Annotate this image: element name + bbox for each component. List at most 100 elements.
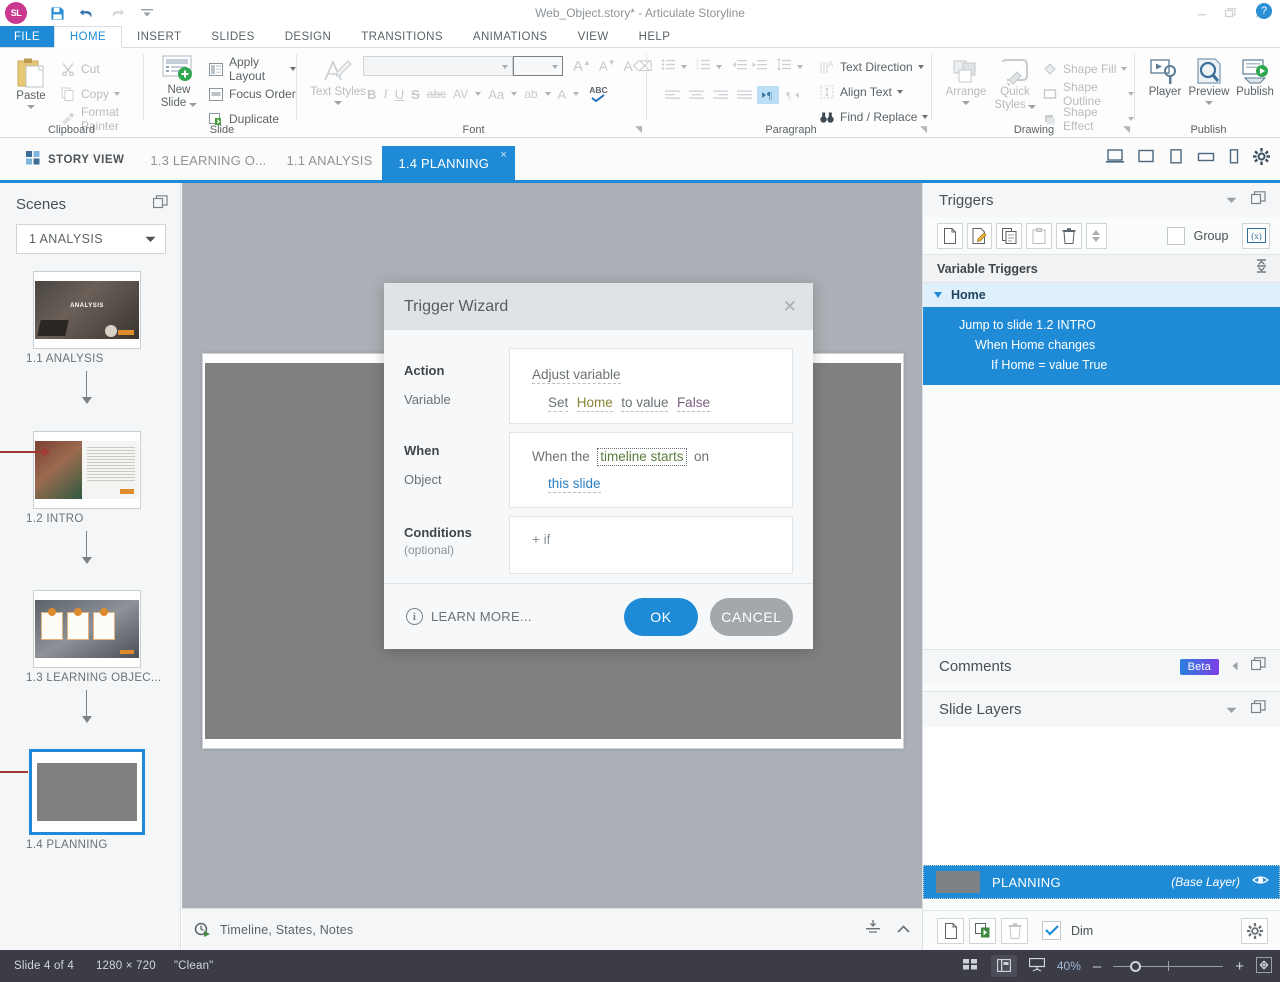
publish-button[interactable]: Publish [1233, 58, 1277, 99]
slide-layers-panel-header[interactable]: Slide Layers [923, 691, 1280, 727]
minimize-button[interactable] [1187, 0, 1216, 26]
zoom-slider-knob[interactable] [1130, 961, 1141, 972]
copy-trigger-button[interactable] [996, 223, 1022, 249]
collapse-all-icon[interactable] [1255, 259, 1268, 278]
font-size-input[interactable] [513, 56, 563, 76]
paste-button[interactable]: Paste [8, 56, 54, 109]
caret-left-icon[interactable] [1231, 658, 1239, 676]
find-replace-caret[interactable] [922, 115, 928, 119]
slide-layers-list[interactable] [923, 727, 1280, 875]
customize-qat-icon[interactable] [139, 5, 155, 21]
ltr-direction-button[interactable]: ¶ [757, 86, 779, 104]
variable-value-dropdown[interactable]: False [677, 395, 710, 412]
text-styles-button[interactable]: Text Styles [309, 58, 367, 105]
new-trigger-button[interactable] [937, 223, 963, 249]
close-icon[interactable]: × [500, 149, 507, 161]
variable-name-dropdown[interactable]: Home [577, 395, 613, 412]
restore-panel-icon[interactable] [1251, 191, 1266, 210]
trigger-list-item-selected[interactable]: Jump to slide 1.2 INTRO When Home change… [923, 307, 1280, 385]
ribbon-tab-help[interactable]: HELP [624, 26, 686, 47]
preview-caret[interactable] [1205, 101, 1213, 105]
font-dialog-launcher[interactable]: ◥ [635, 124, 642, 135]
ribbon-tab-animations[interactable]: ANIMATIONS [458, 26, 563, 47]
tab-analysis[interactable]: 1.1 ANALYSIS [276, 153, 382, 180]
restore-panel-icon[interactable] [153, 195, 168, 214]
landscape-view-icon[interactable] [1197, 149, 1215, 169]
save-icon[interactable] [49, 5, 65, 21]
caret-down-icon[interactable] [934, 292, 942, 298]
thumbnail-frame-selected[interactable] [29, 749, 145, 835]
preview-button[interactable]: Preview [1185, 58, 1233, 105]
ribbon-tab-home[interactable]: HOME [54, 26, 122, 48]
chevron-down-icon[interactable] [145, 232, 156, 246]
cancel-button[interactable]: CANCEL [710, 598, 793, 636]
help-icon[interactable]: ? [1256, 3, 1272, 19]
comments-panel-header[interactable]: Comments Beta [923, 649, 1280, 683]
edit-trigger-button[interactable] [967, 223, 993, 249]
medium-view-icon[interactable] [1137, 149, 1155, 169]
learn-more-link[interactable]: i LEARN MORE... [406, 608, 532, 625]
trigger-group-row[interactable]: Home [923, 283, 1280, 307]
move-down-icon[interactable] [1092, 237, 1100, 242]
normal-view-icon[interactable] [991, 955, 1017, 977]
chevron-down-icon-2[interactable] [552, 65, 558, 69]
ribbon-tab-view[interactable]: VIEW [563, 26, 624, 47]
event-dropdown[interactable]: timeline starts [597, 448, 686, 466]
phone-view-icon[interactable] [1228, 149, 1240, 169]
ribbon-tab-transitions[interactable]: TRANSITIONS [346, 26, 458, 47]
layer-settings-button[interactable] [1241, 918, 1268, 944]
paragraph-dialog-launcher[interactable]: ◥ [920, 124, 927, 135]
caret-down-icon[interactable] [1226, 701, 1237, 719]
player-settings-gear-icon[interactable] [1253, 148, 1270, 170]
player-button[interactable]: Player [1143, 58, 1187, 99]
presenter-view-icon[interactable] [1029, 958, 1045, 975]
move-up-icon[interactable] [1092, 230, 1100, 235]
ok-button[interactable]: OK [624, 598, 698, 636]
tab-planning[interactable]: 1.4 PLANNING × [382, 146, 515, 180]
object-dropdown[interactable]: this slide [548, 476, 601, 493]
zoom-in-button[interactable]: + [1235, 958, 1244, 975]
drawing-dialog-launcher[interactable]: ◥ [1123, 124, 1130, 135]
story-view-button[interactable]: STORY VIEW [0, 151, 140, 180]
manage-variables-button[interactable]: (x) [1242, 223, 1270, 249]
to-value-keyword[interactable]: to value [621, 395, 668, 412]
undo-icon[interactable] [79, 5, 95, 21]
ribbon-tab-insert[interactable]: INSERT [122, 26, 196, 47]
desktop-view-icon[interactable] [1106, 149, 1124, 169]
restore-panel-icon[interactable] [1251, 700, 1266, 719]
paste-dropdown-caret[interactable] [27, 105, 35, 109]
ribbon-tab-design[interactable]: DESIGN [270, 26, 347, 47]
grid-view-icon[interactable] [963, 958, 979, 974]
layer-row-base[interactable]: PLANNING (Base Layer) [923, 865, 1280, 899]
close-icon[interactable]: ✕ [783, 297, 797, 317]
expand-timeline-icon[interactable] [865, 919, 881, 940]
chevron-down-icon[interactable] [502, 65, 508, 69]
set-keyword[interactable]: Set [548, 395, 568, 412]
conditions-panel[interactable]: + if [509, 516, 793, 574]
maximize-button[interactable] [1216, 0, 1245, 26]
action-dropdown[interactable]: Adjust variable [532, 367, 621, 384]
zoom-slider[interactable] [1113, 959, 1223, 973]
zoom-out-button[interactable]: – [1093, 958, 1101, 975]
thumbnail-frame[interactable] [33, 590, 141, 668]
reorder-triggers-spinner[interactable] [1086, 223, 1107, 249]
trigger-wizard-dialog[interactable]: Trigger Wizard ✕ Action Variable Adjust … [384, 283, 813, 649]
new-layer-button[interactable] [937, 918, 964, 944]
focus-order-button[interactable]: Focus Order [208, 83, 296, 105]
fit-to-window-icon[interactable] [1256, 957, 1272, 976]
eye-icon[interactable] [1252, 873, 1269, 891]
group-checkbox[interactable] [1167, 227, 1185, 245]
apply-layout-button[interactable]: Apply Layout [208, 58, 296, 80]
thumbnail-frame[interactable] [33, 431, 141, 509]
spelling-check-button[interactable]: ABC [589, 86, 607, 102]
new-slide-dropdown-caret[interactable] [189, 103, 197, 107]
add-condition-button[interactable]: + if [532, 532, 550, 547]
duplicate-layer-button[interactable] [969, 918, 996, 944]
delete-trigger-button[interactable] [1056, 223, 1082, 249]
font-name-input[interactable] [363, 56, 513, 76]
new-slide-button[interactable]: New Slide [154, 54, 204, 110]
dim-checkbox[interactable] [1042, 921, 1061, 940]
collapse-caret-icon[interactable] [897, 921, 910, 939]
ribbon-tab-file[interactable]: FILE [0, 26, 54, 47]
tablet-view-icon[interactable] [1168, 149, 1184, 169]
